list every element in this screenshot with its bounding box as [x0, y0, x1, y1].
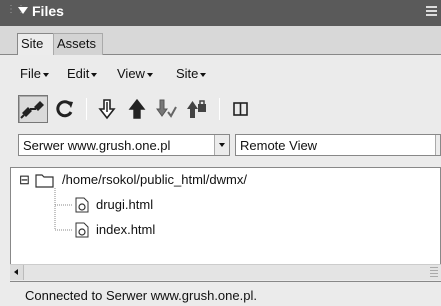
tab-site[interactable]: Site	[17, 33, 54, 55]
tab-bar: Site Assets	[0, 26, 441, 55]
resize-grip-icon[interactable]	[430, 267, 438, 277]
menu-edit[interactable]: Edit	[67, 66, 98, 81]
horizontal-scrollbar[interactable]	[10, 264, 441, 280]
panel-title: Files	[32, 3, 64, 19]
expand-button[interactable]	[226, 95, 256, 123]
caret-down-icon	[42, 73, 49, 77]
panel-options-icon[interactable]	[426, 6, 437, 16]
caret-down-icon	[91, 73, 98, 77]
tree-file-item[interactable]: index.html	[96, 222, 155, 237]
site-select-value: Serwer www.grush.one.pl	[23, 138, 171, 153]
tree-root-path[interactable]: /home/rsokol/public_html/dwmx/	[62, 172, 247, 187]
get-files-icon	[98, 99, 116, 120]
connect-icon	[20, 101, 44, 119]
view-select[interactable]: Remote View	[235, 134, 441, 156]
connect-button[interactable]	[18, 95, 48, 123]
panel-titlebar[interactable]: ⋮⋮ Files	[0, 0, 441, 26]
tree-file-item[interactable]: drugi.html	[96, 197, 153, 212]
menu-view[interactable]: View	[117, 66, 153, 81]
status-bar: Connected to Serwer www.grush.one.pl.	[10, 281, 441, 306]
site-select[interactable]: Serwer www.grush.one.pl	[18, 134, 230, 156]
put-files-icon	[128, 98, 146, 119]
put-files-button[interactable]	[122, 95, 152, 123]
toolbar	[0, 88, 441, 128]
status-text: Connected to Serwer www.grush.one.pl.	[25, 288, 257, 303]
html-file-icon	[75, 222, 89, 238]
menu-edit-label: Edit	[67, 66, 90, 81]
scroll-left-icon[interactable]	[10, 265, 24, 280]
expand-icon	[233, 102, 248, 116]
caret-down-icon	[146, 73, 153, 77]
html-file-icon	[75, 197, 89, 213]
toolbar-separator	[219, 98, 220, 120]
menu-site[interactable]: Site	[176, 66, 207, 81]
refresh-icon	[56, 100, 73, 118]
view-select-value: Remote View	[240, 138, 318, 153]
menu-site-label: Site	[176, 66, 199, 81]
dropdown-arrow-icon[interactable]	[214, 135, 229, 155]
menu-view-label: View	[117, 66, 145, 81]
menu-bar: File Edit View Site	[0, 56, 441, 86]
tab-assets[interactable]: Assets	[53, 33, 103, 55]
check-out-icon	[156, 99, 177, 118]
collapse-triangle-icon[interactable]	[18, 7, 28, 14]
collapse-toggle-icon[interactable]: ⊟	[19, 173, 30, 186]
caret-down-icon	[200, 73, 207, 77]
dropdown-arrow-icon[interactable]	[435, 135, 440, 155]
check-in-button[interactable]	[182, 95, 212, 123]
menu-file-label: File	[20, 66, 41, 81]
refresh-button[interactable]	[50, 95, 80, 123]
get-files-button[interactable]	[92, 95, 122, 123]
check-out-button[interactable]	[151, 95, 181, 123]
check-in-icon	[187, 100, 206, 118]
toolbar-separator	[86, 98, 87, 120]
menu-file[interactable]: File	[20, 66, 49, 81]
folder-icon	[35, 174, 54, 188]
